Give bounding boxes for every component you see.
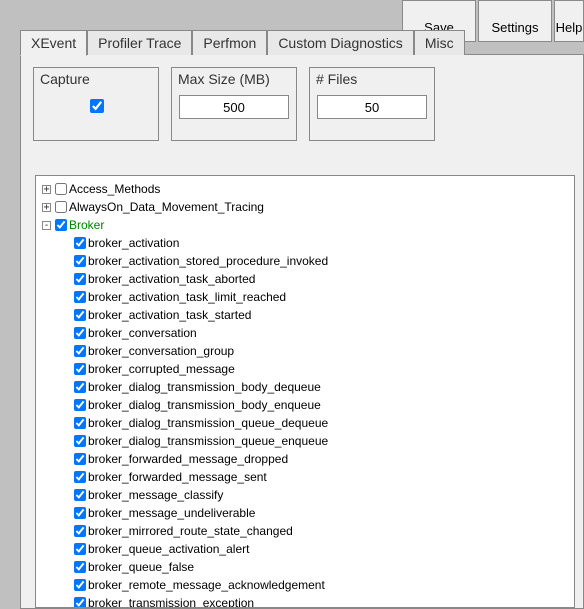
max-size-label: Max Size (MB) (178, 71, 290, 87)
tab-strip: XEventProfiler TracePerfmonCustom Diagno… (20, 30, 465, 55)
tree-row: broker_activation (74, 234, 572, 252)
main-panel: XEventProfiler TracePerfmonCustom Diagno… (20, 54, 584, 609)
tree-label[interactable]: broker_activation_stored_procedure_invok… (88, 252, 328, 270)
tree-label[interactable]: broker_queue_activation_alert (88, 540, 249, 558)
files-label: # Files (316, 71, 428, 87)
tree-label[interactable]: Access_Methods (69, 180, 160, 198)
help-button[interactable]: Help (554, 0, 584, 42)
tree-row: broker_mirrored_route_state_changed (74, 522, 572, 540)
max-size-input[interactable] (179, 95, 289, 119)
tree-checkbox[interactable] (74, 543, 86, 555)
tree-row: broker_message_undeliverable (74, 504, 572, 522)
tree-label[interactable]: AlwaysOn_Data_Movement_Tracing (69, 198, 264, 216)
tree-checkbox[interactable] (74, 309, 86, 321)
tree-row: broker_activation_task_started (74, 306, 572, 324)
tree-label[interactable]: broker_message_classify (88, 486, 223, 504)
tree-checkbox[interactable] (55, 219, 67, 231)
tree-row: broker_forwarded_message_dropped (74, 450, 572, 468)
tree-row: broker_queue_activation_alert (74, 540, 572, 558)
tab-profiler-trace[interactable]: Profiler Trace (87, 30, 192, 55)
tree-row: broker_queue_false (74, 558, 572, 576)
tree-label[interactable]: broker_activation_task_started (88, 306, 251, 324)
capture-label: Capture (40, 71, 152, 87)
files-box: # Files (309, 67, 435, 141)
tree-row: broker_conversation_group (74, 342, 572, 360)
tree-label[interactable]: broker_transmission_exception (88, 594, 254, 608)
tab-perfmon[interactable]: Perfmon (192, 30, 267, 55)
max-size-box: Max Size (MB) (171, 67, 297, 141)
tree-row: broker_corrupted_message (74, 360, 572, 378)
tree-checkbox[interactable] (74, 237, 86, 249)
tree-row: broker_transmission_exception (74, 594, 572, 608)
tree-row: broker_forwarded_message_sent (74, 468, 572, 486)
tree-checkbox[interactable] (74, 471, 86, 483)
tree-row: broker_dialog_transmission_queue_enqueue (74, 432, 572, 450)
tree-row: broker_conversation (74, 324, 572, 342)
tree-checkbox[interactable] (74, 363, 86, 375)
tree-label[interactable]: broker_activation_task_limit_reached (88, 288, 286, 306)
tree-label[interactable]: broker_dialog_transmission_queue_dequeue (88, 414, 328, 432)
tree-row: broker_dialog_transmission_queue_dequeue (74, 414, 572, 432)
tree-label[interactable]: broker_corrupted_message (88, 360, 235, 378)
tree-checkbox[interactable] (74, 399, 86, 411)
tree-label[interactable]: broker_conversation (88, 324, 197, 342)
tab-custom-diagnostics[interactable]: Custom Diagnostics (267, 30, 414, 55)
event-tree[interactable]: + Access_Methods + AlwaysOn_Data_Movement_T… (35, 175, 575, 608)
tree-label[interactable]: broker_dialog_transmission_body_dequeue (88, 378, 321, 396)
expand-icon[interactable]: + (42, 185, 51, 194)
tree-checkbox[interactable] (74, 291, 86, 303)
tree-row: broker_dialog_transmission_body_dequeue (74, 378, 572, 396)
tree-row: - Broker (42, 216, 572, 234)
tree-label[interactable]: broker_forwarded_message_sent (88, 468, 267, 486)
tree-row: broker_activation_stored_procedure_invok… (74, 252, 572, 270)
files-input[interactable] (317, 95, 427, 119)
tree-checkbox[interactable] (74, 507, 86, 519)
tree-label[interactable]: broker_queue_false (88, 558, 194, 576)
tree-checkbox[interactable] (55, 183, 67, 195)
tree-checkbox[interactable] (74, 381, 86, 393)
tree-checkbox[interactable] (74, 327, 86, 339)
config-row: Capture Max Size (MB) # Files (21, 55, 583, 153)
tab-xevent[interactable]: XEvent (20, 30, 87, 56)
tree-checkbox[interactable] (74, 273, 86, 285)
tree-row: broker_activation_task_limit_reached (74, 288, 572, 306)
tree-label[interactable]: broker_conversation_group (88, 342, 234, 360)
tree-checkbox[interactable] (74, 417, 86, 429)
tree-row: broker_activation_task_aborted (74, 270, 572, 288)
capture-box: Capture (33, 67, 159, 141)
tree-row: broker_remote_message_acknowledgement (74, 576, 572, 594)
tree-checkbox[interactable] (74, 489, 86, 501)
tree-checkbox[interactable] (55, 201, 67, 213)
collapse-icon[interactable]: - (42, 221, 51, 230)
tree-checkbox[interactable] (74, 435, 86, 447)
tree-checkbox[interactable] (74, 255, 86, 267)
tree-label[interactable]: broker_message_undeliverable (88, 504, 255, 522)
tree-label[interactable]: Broker (69, 216, 104, 234)
tree-checkbox[interactable] (74, 345, 86, 357)
tree-row: broker_message_classify (74, 486, 572, 504)
tree-label[interactable]: broker_activation (88, 234, 179, 252)
tree-label[interactable]: broker_forwarded_message_dropped (88, 450, 288, 468)
tree-label[interactable]: broker_remote_message_acknowledgement (88, 576, 325, 594)
tree-checkbox[interactable] (74, 525, 86, 537)
tree-row: broker_dialog_transmission_body_enqueue (74, 396, 572, 414)
tree-label[interactable]: broker_dialog_transmission_body_enqueue (88, 396, 321, 414)
tree-checkbox[interactable] (74, 561, 86, 573)
capture-checkbox[interactable] (90, 99, 104, 113)
tab-misc[interactable]: Misc (414, 30, 465, 55)
tree-checkbox[interactable] (74, 579, 86, 591)
tree-checkbox[interactable] (74, 453, 86, 465)
tree-label[interactable]: broker_mirrored_route_state_changed (88, 522, 293, 540)
tree-checkbox[interactable] (74, 597, 86, 608)
tree-label[interactable]: broker_dialog_transmission_queue_enqueue (88, 432, 328, 450)
settings-button[interactable]: Settings (478, 0, 552, 42)
tree-label[interactable]: broker_activation_task_aborted (88, 270, 255, 288)
tree-row: + AlwaysOn_Data_Movement_Tracing (42, 198, 572, 216)
tree-row: + Access_Methods (42, 180, 572, 198)
expand-icon[interactable]: + (42, 203, 51, 212)
